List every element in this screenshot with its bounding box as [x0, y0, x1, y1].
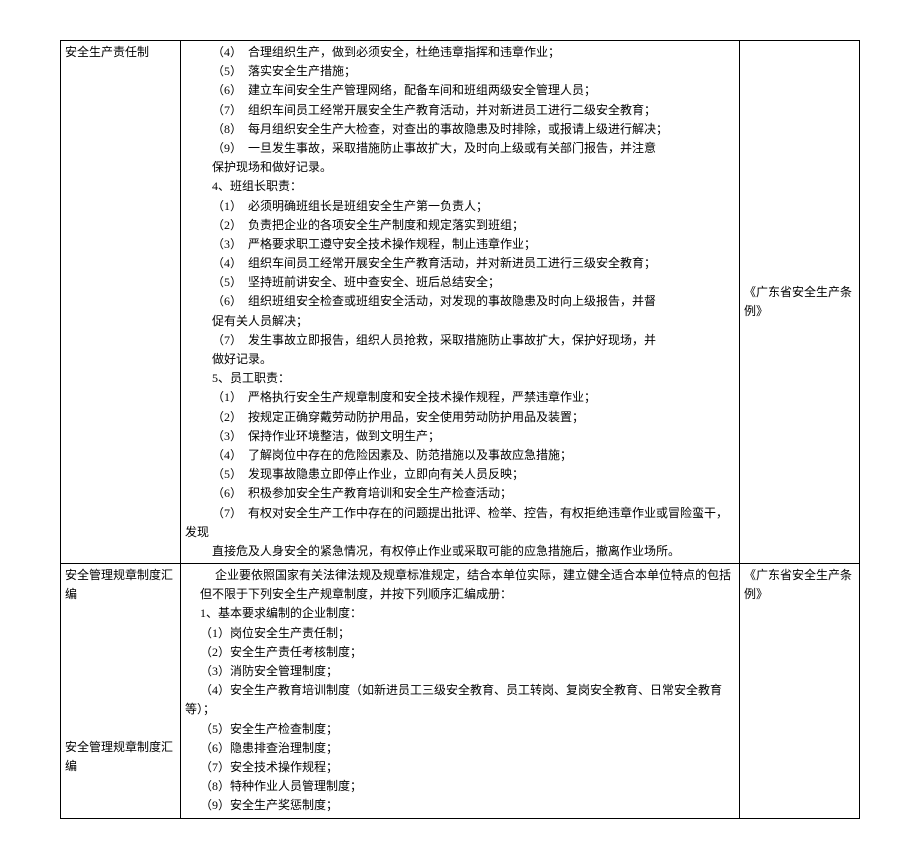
- regulation-table: 安全生产责任制 （4） 合理组织生产，做到必须安全，杜绝违章指挥和违章作业； （…: [60, 40, 860, 819]
- row-ref-cell: 《广东省安全生产条例》: [740, 41, 860, 564]
- row-label-cell: 安全生产责任制: [61, 41, 181, 564]
- row-label-cell: 安全管理规章制度汇编 安全管理规章制度汇编: [61, 564, 181, 818]
- row-label: 安全生产责任制: [65, 45, 149, 59]
- row-ref-cell: 《广东省安全生产条例》: [740, 564, 860, 818]
- row-label-bottom: 安全管理规章制度汇编: [65, 738, 176, 776]
- row-ref: 《广东省安全生产条例》: [744, 568, 852, 601]
- row-content-cell: 企业要依照国家有关法律法规及规章标准规定，结合本单位实际，建立健全适合本单位特点…: [181, 564, 740, 818]
- row-content-cell: （4） 合理组织生产，做到必须安全，杜绝违章指挥和违章作业； （5） 落实安全生…: [181, 41, 740, 564]
- table-row: 安全管理规章制度汇编 安全管理规章制度汇编 企业要依照国家有关法律法规及规章标准…: [61, 564, 860, 818]
- row-ref: 《广东省安全生产条例》: [744, 285, 852, 318]
- row-content: 企业要依照国家有关法律法规及规章标准规定，结合本单位实际，建立健全适合本单位特点…: [185, 566, 735, 815]
- row-content: （4） 合理组织生产，做到必须安全，杜绝违章指挥和违章作业； （5） 落实安全生…: [185, 43, 735, 561]
- row-label-top: 安全管理规章制度汇编: [65, 566, 176, 604]
- table-row: 安全生产责任制 （4） 合理组织生产，做到必须安全，杜绝违章指挥和违章作业； （…: [61, 41, 860, 564]
